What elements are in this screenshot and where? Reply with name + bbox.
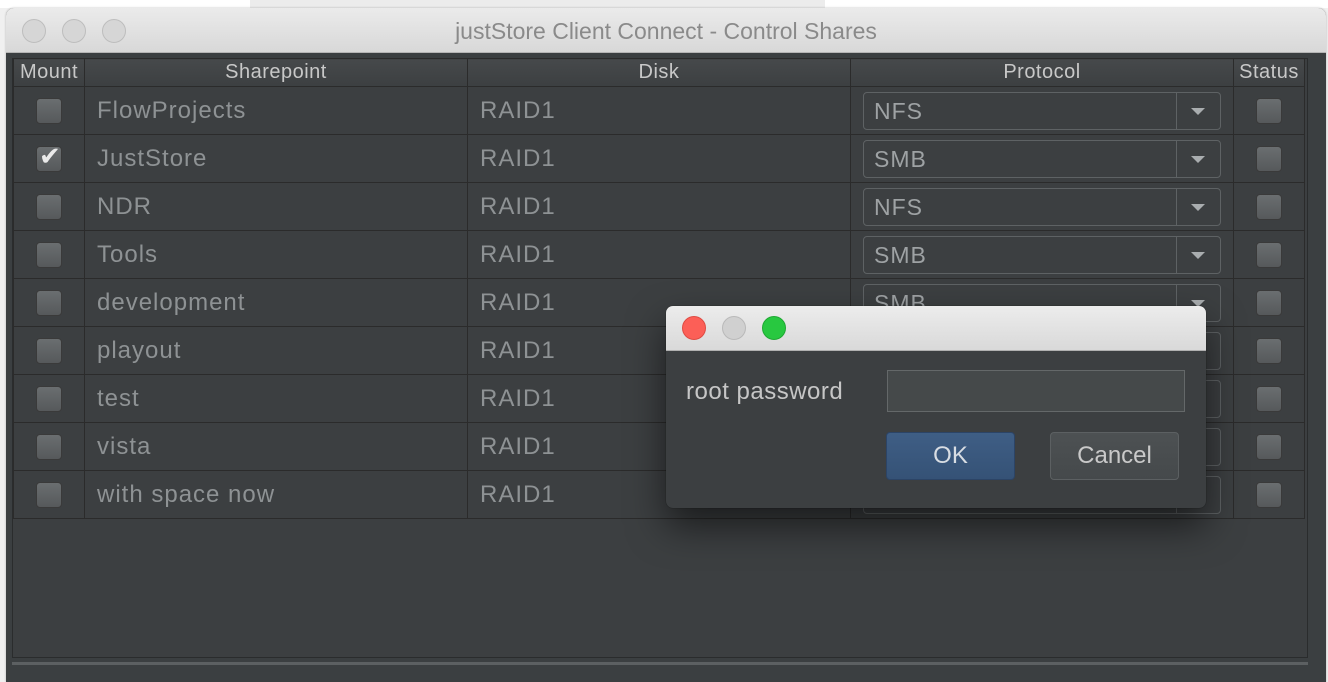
status-cell [1233, 86, 1305, 135]
mount-checkbox[interactable] [36, 433, 62, 460]
mount-checkbox[interactable] [36, 337, 62, 364]
protocol-cell: SMB [850, 134, 1234, 183]
disk-cell: RAID1 [467, 86, 851, 135]
sharepoint-cell: development [84, 278, 468, 327]
table-row[interactable]: Tools RAID1 SMB [13, 230, 1305, 279]
disk-cell: RAID1 [467, 134, 851, 183]
protocol-cell: NFS [850, 86, 1234, 135]
status-cell [1233, 326, 1305, 375]
protocol-value: SMB [874, 242, 927, 268]
protocol-dropdown[interactable]: NFS [863, 92, 1221, 130]
status-checkbox[interactable] [1256, 193, 1282, 220]
checkmark-icon: ✔ [39, 140, 62, 171]
window-title: justStore Client Connect - Control Share… [455, 18, 877, 44]
table-row[interactable]: NDR RAID1 NFS [13, 182, 1305, 231]
mount-cell [13, 374, 85, 423]
column-header-disk[interactable]: Disk [467, 58, 851, 87]
chevron-down-icon [1191, 108, 1205, 115]
status-cell [1233, 134, 1305, 183]
dialog-title-bar[interactable] [666, 306, 1206, 351]
disk-cell: RAID1 [467, 182, 851, 231]
column-header-protocol[interactable]: Protocol [850, 58, 1234, 87]
dropdown-arrow-button[interactable] [1176, 93, 1220, 129]
protocol-dropdown[interactable]: SMB [863, 140, 1221, 178]
sharepoint-cell: FlowProjects [84, 86, 468, 135]
status-checkbox[interactable] [1256, 145, 1282, 172]
table-row[interactable]: FlowProjects RAID1 NFS [13, 86, 1305, 135]
chevron-down-icon [1191, 252, 1205, 259]
column-header-mount[interactable]: Mount [13, 58, 85, 87]
protocol-cell: SMB [850, 230, 1234, 279]
column-header-sharepoint[interactable]: Sharepoint [84, 58, 468, 87]
status-cell [1233, 278, 1305, 327]
dropdown-arrow-button[interactable] [1176, 141, 1220, 177]
chevron-down-icon [1191, 204, 1205, 211]
ok-button[interactable]: OK [886, 432, 1015, 480]
protocol-value: NFS [874, 194, 923, 220]
status-checkbox[interactable] [1256, 289, 1282, 316]
root-password-dialog: root password OK Cancel [666, 306, 1206, 508]
background-window-edge [825, 0, 1328, 8]
mount-checkbox[interactable] [36, 385, 62, 412]
mount-checkbox[interactable] [36, 193, 62, 220]
status-cell [1233, 182, 1305, 231]
status-checkbox[interactable] [1256, 433, 1282, 460]
mount-checkbox[interactable] [36, 97, 62, 124]
disk-cell: RAID1 [467, 230, 851, 279]
dropdown-arrow-button[interactable] [1176, 189, 1220, 225]
protocol-cell: NFS [850, 182, 1234, 231]
status-cell [1233, 374, 1305, 423]
sharepoint-cell: JustStore [84, 134, 468, 183]
protocol-value: SMB [874, 146, 927, 172]
mount-cell [13, 422, 85, 471]
dialog-zoom-button[interactable] [762, 316, 786, 340]
dropdown-arrow-button[interactable] [1176, 237, 1220, 273]
dialog-minimize-button[interactable] [722, 316, 746, 340]
sharepoint-cell: vista [84, 422, 468, 471]
chevron-down-icon [1191, 156, 1205, 163]
root-password-input[interactable] [887, 370, 1185, 412]
protocol-dropdown[interactable]: SMB [863, 236, 1221, 274]
mount-checkbox[interactable] [36, 289, 62, 316]
status-checkbox[interactable] [1256, 385, 1282, 412]
status-cell [1233, 470, 1305, 519]
mount-checkbox[interactable]: ✔ [36, 141, 62, 172]
root-password-label: root password [686, 378, 844, 405]
table-header-row: Mount Sharepoint Disk Protocol Status [13, 58, 1305, 87]
mount-checkbox[interactable] [36, 481, 62, 508]
sharepoint-cell: Tools [84, 230, 468, 279]
background-window-edge [0, 0, 250, 8]
mount-cell: ✔ [13, 134, 85, 183]
protocol-value: NFS [874, 98, 923, 124]
sharepoint-cell: with space now [84, 470, 468, 519]
column-header-status[interactable]: Status [1233, 58, 1305, 87]
status-checkbox[interactable] [1256, 241, 1282, 268]
window-bottom-edge [12, 662, 1308, 665]
status-checkbox[interactable] [1256, 481, 1282, 508]
cancel-button[interactable]: Cancel [1050, 432, 1179, 480]
mount-cell [13, 182, 85, 231]
mount-cell [13, 278, 85, 327]
sharepoint-cell: test [84, 374, 468, 423]
protocol-dropdown[interactable]: NFS [863, 188, 1221, 226]
mount-cell [13, 86, 85, 135]
table-row[interactable]: ✔ JustStore RAID1 SMB [13, 134, 1305, 183]
desktop-background [0, 0, 1328, 8]
status-cell [1233, 422, 1305, 471]
status-cell [1233, 230, 1305, 279]
mount-cell [13, 470, 85, 519]
mount-cell [13, 326, 85, 375]
status-checkbox[interactable] [1256, 337, 1282, 364]
mount-cell [13, 230, 85, 279]
dialog-close-button[interactable] [682, 316, 706, 340]
title-bar[interactable]: justStore Client Connect - Control Share… [6, 8, 1326, 53]
status-checkbox[interactable] [1256, 97, 1282, 124]
mount-checkbox[interactable] [36, 241, 62, 268]
sharepoint-cell: NDR [84, 182, 468, 231]
sharepoint-cell: playout [84, 326, 468, 375]
